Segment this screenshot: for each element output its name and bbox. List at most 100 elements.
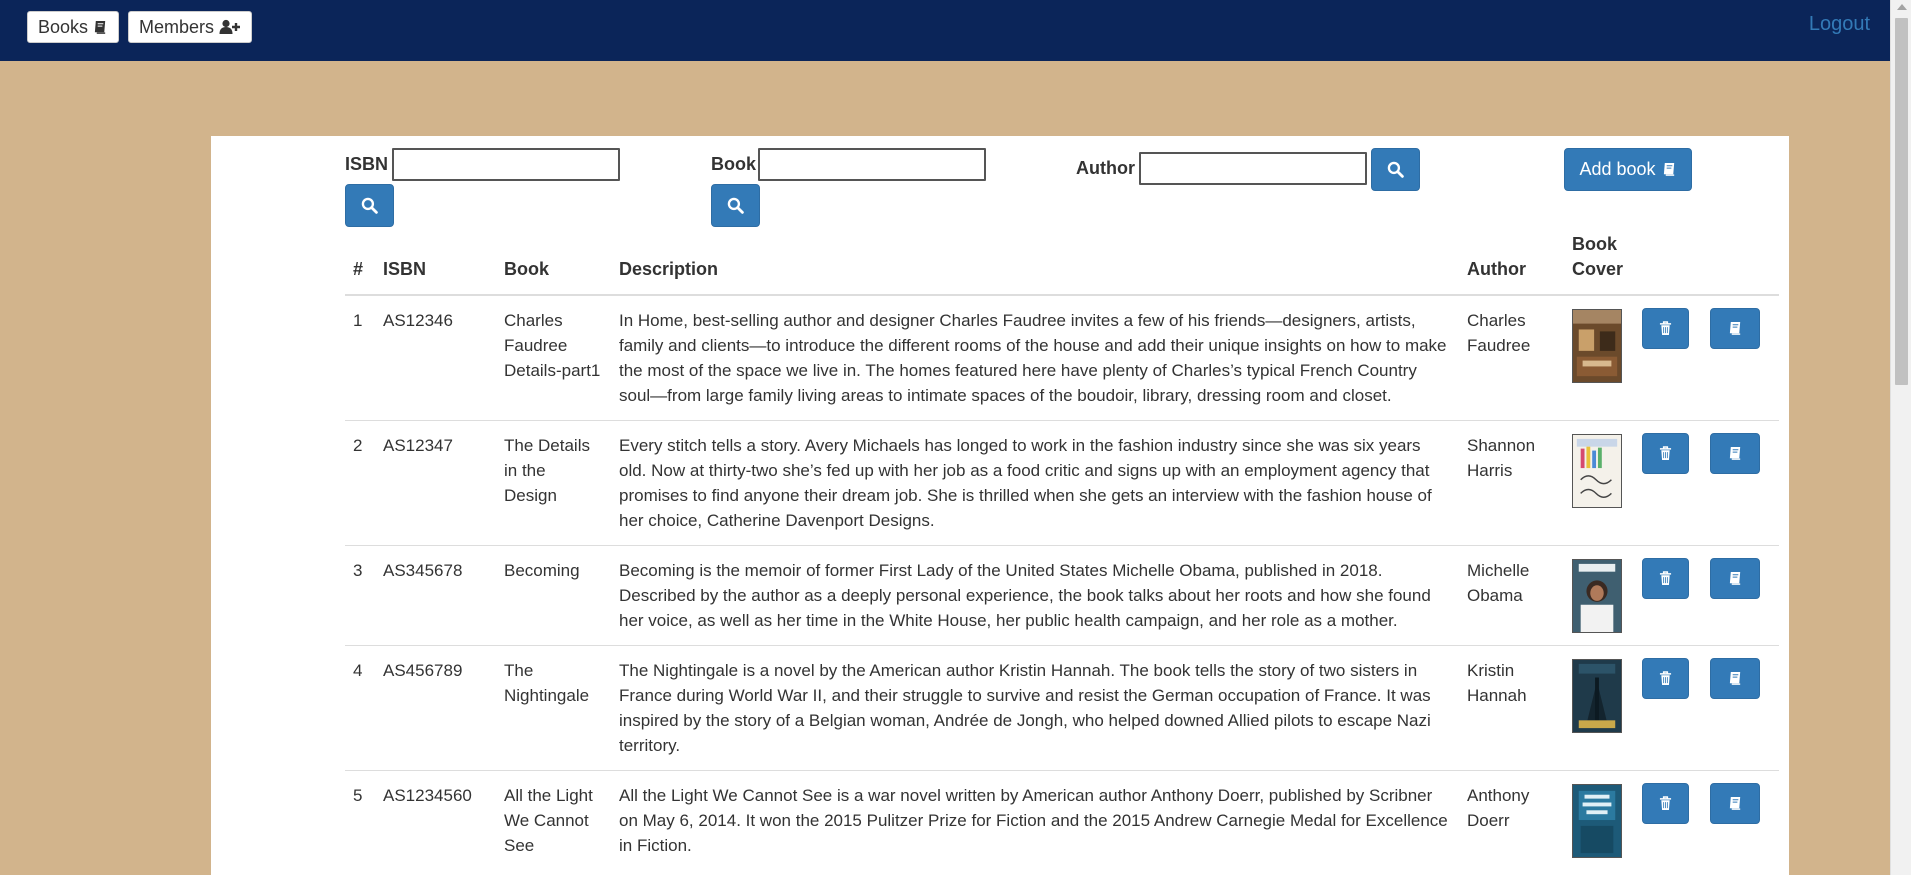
row-edit-cell xyxy=(1702,645,1779,771)
book-icon xyxy=(1729,671,1740,685)
header-cover-line1: Book xyxy=(1572,234,1617,254)
book-icon xyxy=(94,20,106,34)
delete-book-button[interactable] xyxy=(1642,783,1689,824)
header-isbn: ISBN xyxy=(375,232,496,296)
edit-book-button[interactable] xyxy=(1710,433,1760,474)
header-cover-line2: Cover xyxy=(1572,259,1624,279)
row-delete-cell xyxy=(1634,770,1702,870)
row-isbn: AS12346 xyxy=(375,294,496,421)
header-book-cover: Book Cover xyxy=(1564,232,1634,296)
row-description: The Nightingale is a novel by the Americ… xyxy=(611,645,1459,771)
header-description: Description xyxy=(611,232,1459,296)
search-icon xyxy=(1387,161,1404,178)
author-search-button[interactable] xyxy=(1371,148,1420,191)
header-author: Author xyxy=(1459,232,1564,296)
add-book-button[interactable]: Add book xyxy=(1564,148,1692,191)
user-plus-icon xyxy=(219,19,241,34)
row-delete-cell xyxy=(1634,645,1702,771)
row-number: 4 xyxy=(345,645,375,771)
edit-book-button[interactable] xyxy=(1710,658,1760,699)
top-navbar: Books Members Logout xyxy=(0,0,1890,61)
row-isbn: AS12347 xyxy=(375,420,496,546)
add-book-label: Add book xyxy=(1579,159,1656,179)
row-author: Kristin Hannah xyxy=(1459,645,1564,771)
delete-book-button[interactable] xyxy=(1642,558,1689,599)
book-search-label: Book xyxy=(711,154,756,174)
isbn-search-label: ISBN xyxy=(345,154,389,174)
row-delete-cell xyxy=(1634,420,1702,546)
search-icon xyxy=(727,197,744,214)
row-description: Every stitch tells a story. Avery Michae… xyxy=(611,420,1459,546)
row-book-title: All the Light We Cannot See xyxy=(496,770,611,870)
book-search-input[interactable] xyxy=(758,148,986,181)
book-cover-image xyxy=(1572,309,1622,383)
scroll-up-arrow-icon[interactable] xyxy=(1897,4,1907,10)
books-nav-label: Books xyxy=(38,16,89,37)
trash-icon xyxy=(1659,571,1672,585)
row-edit-cell xyxy=(1702,420,1779,546)
header-edit xyxy=(1702,232,1779,296)
trash-icon xyxy=(1659,796,1672,810)
row-delete-cell xyxy=(1634,545,1702,646)
header-delete xyxy=(1634,232,1702,296)
row-author: Charles Faudree xyxy=(1459,294,1564,421)
scroll-thumb[interactable] xyxy=(1895,18,1908,385)
book-search-button[interactable] xyxy=(711,184,760,227)
trash-icon xyxy=(1659,321,1672,335)
book-cover-image xyxy=(1572,784,1622,858)
row-number: 2 xyxy=(345,420,375,546)
row-cover-cell xyxy=(1564,545,1634,646)
edit-book-button[interactable] xyxy=(1710,558,1760,599)
row-description: Becoming is the memoir of former First L… xyxy=(611,545,1459,646)
isbn-search-button[interactable] xyxy=(345,184,394,227)
page-scrollbar[interactable] xyxy=(1890,0,1911,875)
row-author: Michelle Obama xyxy=(1459,545,1564,646)
row-delete-cell xyxy=(1634,294,1702,421)
members-nav-label: Members xyxy=(139,16,215,37)
delete-book-button[interactable] xyxy=(1642,308,1689,349)
table-row: 4 AS456789 The Nightingale The Nightinga… xyxy=(345,645,1779,771)
logout-link[interactable]: Logout xyxy=(1809,13,1870,36)
row-edit-cell xyxy=(1702,294,1779,421)
trash-icon xyxy=(1659,671,1672,685)
trash-icon xyxy=(1659,446,1672,460)
row-description: In Home, best-selling author and designe… xyxy=(611,294,1459,421)
delete-book-button[interactable] xyxy=(1642,658,1689,699)
books-table: # ISBN Book Description Author Book Cover… xyxy=(345,232,1779,870)
table-row: 3 AS345678 Becoming Becoming is the memo… xyxy=(345,545,1779,646)
table-row: 2 AS12347 The Details in the Design Ever… xyxy=(345,420,1779,546)
isbn-search-input[interactable] xyxy=(392,148,620,181)
row-isbn: AS1234560 xyxy=(375,770,496,870)
delete-book-button[interactable] xyxy=(1642,433,1689,474)
author-search-label: Author xyxy=(1076,158,1135,178)
row-edit-cell xyxy=(1702,545,1779,646)
books-nav-button[interactable]: Books xyxy=(27,11,120,43)
author-search-input[interactable] xyxy=(1139,152,1367,185)
book-icon xyxy=(1729,571,1740,585)
row-isbn: AS456789 xyxy=(375,645,496,771)
row-author: Shannon Harris xyxy=(1459,420,1564,546)
book-cover-image xyxy=(1572,559,1622,633)
header-book: Book xyxy=(496,232,611,296)
edit-book-button[interactable] xyxy=(1710,783,1760,824)
row-book-title: The Details in the Design xyxy=(496,420,611,546)
row-isbn: AS345678 xyxy=(375,545,496,646)
row-book-title: Charles Faudree Details-part1 xyxy=(496,294,611,421)
book-icon xyxy=(1729,321,1740,335)
row-number: 5 xyxy=(345,770,375,870)
row-description: All the Light We Cannot See is a war nov… xyxy=(611,770,1459,870)
row-book-title: Becoming xyxy=(496,545,611,646)
row-cover-cell xyxy=(1564,645,1634,771)
book-icon xyxy=(1729,446,1740,460)
edit-book-button[interactable] xyxy=(1710,308,1760,349)
table-row: 5 AS1234560 All the Light We Cannot See … xyxy=(345,770,1779,870)
books-panel: ISBN Book Author Add book # ISBN Book De… xyxy=(211,136,1789,875)
table-header-row: # ISBN Book Description Author Book Cover xyxy=(345,232,1779,296)
header-number: # xyxy=(345,232,375,296)
row-book-title: The Nightingale xyxy=(496,645,611,771)
book-icon xyxy=(1729,796,1740,810)
book-cover-image xyxy=(1572,659,1622,733)
row-cover-cell xyxy=(1564,770,1634,870)
book-icon xyxy=(1663,162,1674,176)
members-nav-button[interactable]: Members xyxy=(128,11,253,43)
